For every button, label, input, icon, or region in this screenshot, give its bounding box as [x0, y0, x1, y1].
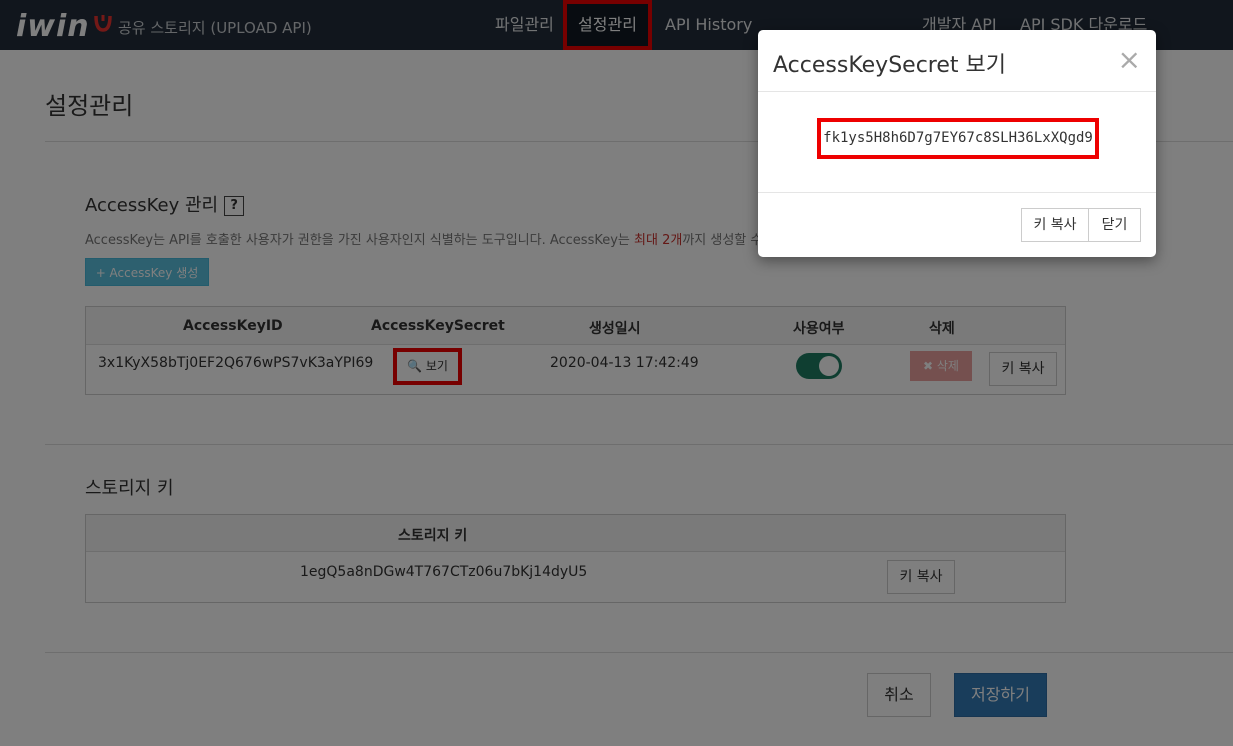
modal-copy-button[interactable]: 키 복사: [1021, 208, 1089, 242]
modal-title: AccessKeySecret 보기: [773, 53, 1006, 78]
secret-modal: AccessKeySecret 보기 × fk1ys5H8h6D7g7EY67c…: [758, 30, 1156, 257]
modal-divider: [758, 91, 1156, 92]
secret-value: fk1ys5H8h6D7g7EY67c8SLH36LxXQgd9: [817, 118, 1099, 159]
modal-close-button[interactable]: 닫기: [1088, 208, 1141, 242]
modal-divider: [758, 192, 1156, 193]
close-icon[interactable]: ×: [1118, 46, 1141, 74]
